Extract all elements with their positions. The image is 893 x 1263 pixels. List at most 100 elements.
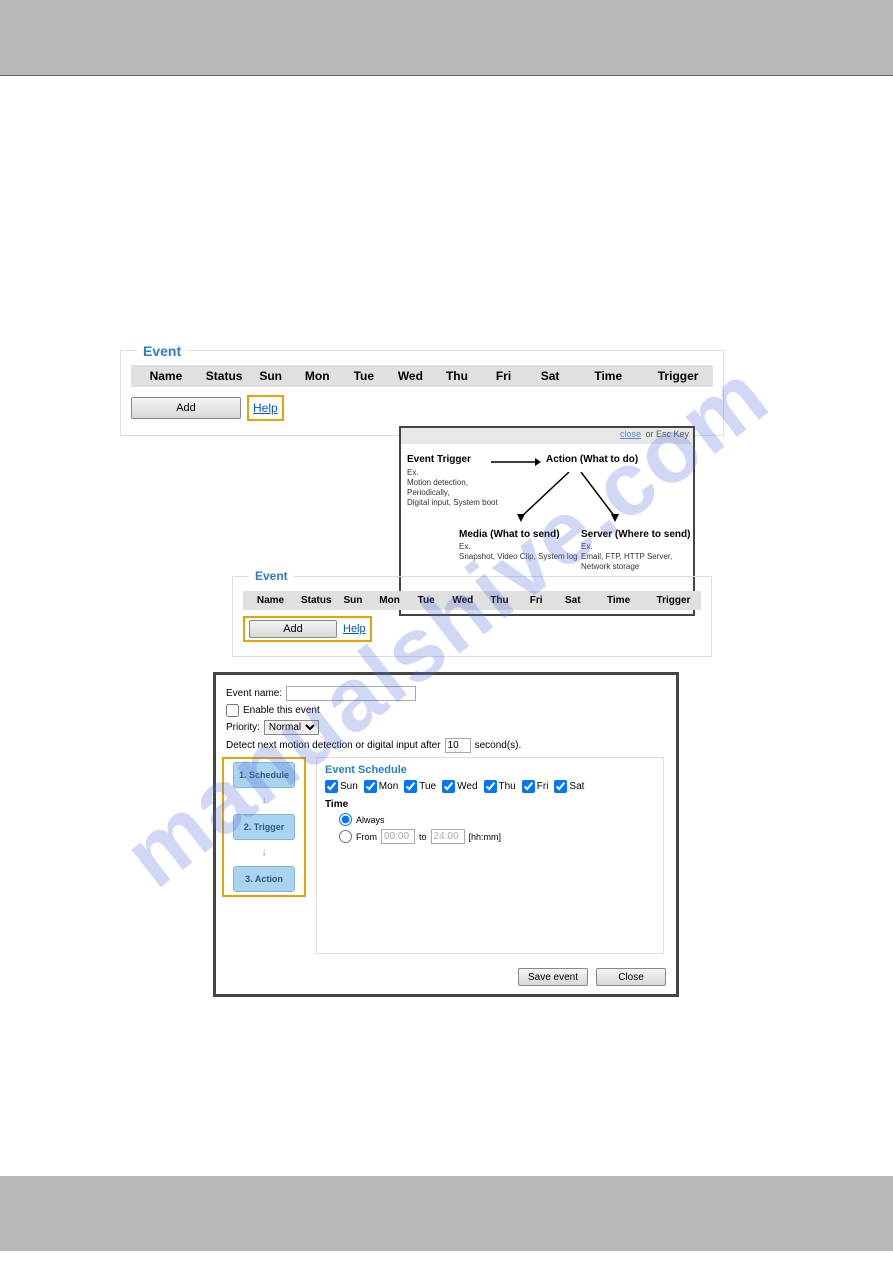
event-legend-small: Event [249, 569, 294, 583]
col-mon: Mon [294, 369, 341, 383]
col-fri-s: Fri [518, 595, 555, 606]
add-row: Add Help [131, 395, 713, 421]
server-title: Server (Where to send) [581, 529, 690, 540]
always-label: Always [356, 815, 385, 825]
dialog-buttons: Save event Close [518, 968, 666, 986]
col-thu-s: Thu [481, 595, 518, 606]
lbl-fri: Fri [537, 781, 549, 792]
enable-label: Enable this event [243, 705, 320, 716]
weekday-row: Sun Mon Tue Wed Thu Fri Sat [325, 780, 655, 793]
cb-wed[interactable] [442, 780, 455, 793]
cb-mon[interactable] [364, 780, 377, 793]
col-fri: Fri [480, 369, 527, 383]
lbl-tue: Tue [419, 781, 436, 792]
col-time-s: Time [591, 595, 646, 606]
schedule-panel: Event Schedule Sun Mon Tue Wed Thu Fri S… [316, 757, 664, 954]
lbl-wed: Wed [457, 781, 477, 792]
event-name-input[interactable] [286, 686, 416, 701]
col-wed: Wed [387, 369, 434, 383]
col-mon-s: Mon [371, 595, 408, 606]
action-title: Action (What to do) [546, 454, 638, 465]
col-status: Status [201, 369, 248, 383]
step-sidebar: 1. Schedule ↓ 2. Trigger ↓ 3. Action [222, 757, 306, 897]
arrows-down-icon [509, 472, 629, 527]
cb-fri[interactable] [522, 780, 535, 793]
priority-row: Priority: Normal [226, 720, 666, 735]
detect-label-a: Detect next motion detection or digital … [226, 740, 441, 751]
add-button-small[interactable]: Add [249, 620, 337, 638]
lbl-sat: Sat [569, 781, 584, 792]
enable-checkbox[interactable] [226, 704, 239, 717]
schedule-legend: Event Schedule [325, 764, 655, 776]
time-label: Time [325, 799, 655, 810]
help-highlight: Help [247, 395, 284, 421]
event-table-header-small: Name Status Sun Mon Tue Wed Thu Fri Sat … [243, 591, 701, 610]
page-content: manualshive.com Event Name Status Sun Mo… [0, 76, 893, 1176]
trigger-title: Event Trigger [407, 454, 471, 465]
esc-hint: or Esc Key [645, 429, 689, 439]
media-lines: Snapshot, Video Clip, System log [459, 552, 579, 562]
popup-close-link[interactable]: close [620, 429, 641, 439]
step-trigger[interactable]: 2. Trigger [233, 814, 295, 840]
hhmm-label: [hh:mm] [469, 832, 502, 842]
col-status-s: Status [298, 595, 335, 606]
event-dialog: Event name: Enable this event Priority: … [213, 672, 679, 997]
radio-always[interactable] [339, 813, 352, 826]
from-input[interactable] [381, 829, 415, 844]
server-lines: Email, FTP, HTTP Server, Network storage [581, 552, 681, 572]
col-time: Time [573, 369, 643, 383]
page-bottom-bar [0, 1176, 893, 1251]
col-trigger-s: Trigger [646, 595, 701, 606]
server-ex: Ex. [581, 542, 593, 552]
col-name-s: Name [243, 595, 298, 606]
priority-select[interactable]: Normal [264, 720, 319, 735]
detect-input[interactable] [445, 738, 471, 753]
detect-label-b: second(s). [475, 740, 522, 751]
from-label: From [356, 832, 377, 842]
arrow-down-icon: ↓ [262, 848, 267, 858]
popup-title-bar: close or Esc Key [401, 428, 693, 444]
col-sat: Sat [527, 369, 574, 383]
event-table-header: Name Status Sun Mon Tue Wed Thu Fri Sat … [131, 365, 713, 387]
help-link-small[interactable]: Help [343, 623, 366, 635]
from-row: From to [hh:mm] [339, 829, 655, 844]
save-event-button[interactable]: Save event [518, 968, 588, 986]
help-link[interactable]: Help [253, 401, 278, 415]
detect-row: Detect next motion detection or digital … [226, 738, 666, 753]
lbl-thu: Thu [499, 781, 516, 792]
page-top-bar [0, 0, 893, 76]
col-name: Name [131, 369, 201, 383]
col-trigger: Trigger [643, 369, 713, 383]
col-sun-s: Sun [335, 595, 372, 606]
col-tue-s: Tue [408, 595, 445, 606]
cb-sat[interactable] [554, 780, 567, 793]
cb-thu[interactable] [484, 780, 497, 793]
col-sat-s: Sat [554, 595, 591, 606]
media-title: Media (What to send) [459, 529, 560, 540]
event-panel: Event Name Status Sun Mon Tue Wed Thu Fr… [120, 350, 724, 436]
event-name-row: Event name: [226, 686, 666, 701]
radio-from[interactable] [339, 830, 352, 843]
always-row: Always [339, 813, 655, 826]
col-wed-s: Wed [445, 595, 482, 606]
trigger-lines: Motion detection, Periodically, Digital … [407, 478, 507, 508]
to-label: to [419, 832, 427, 842]
to-input[interactable] [431, 829, 465, 844]
col-thu: Thu [434, 369, 481, 383]
arrow-down-icon: ↓ [262, 796, 267, 806]
event-legend: Event [137, 343, 187, 359]
step-schedule[interactable]: 1. Schedule [233, 762, 295, 788]
col-sun: Sun [247, 369, 294, 383]
lbl-sun: Sun [340, 781, 358, 792]
add-highlight: Add Help [243, 616, 372, 642]
cb-sun[interactable] [325, 780, 338, 793]
event-panel-small: Event Name Status Sun Mon Tue Wed Thu Fr… [232, 576, 712, 657]
close-button[interactable]: Close [596, 968, 666, 986]
media-ex: Ex. [459, 542, 471, 552]
step-action[interactable]: 3. Action [233, 866, 295, 892]
cb-tue[interactable] [404, 780, 417, 793]
add-button[interactable]: Add [131, 397, 241, 419]
enable-row: Enable this event [226, 704, 666, 717]
trigger-ex: Ex. [407, 468, 419, 478]
priority-label: Priority: [226, 722, 260, 733]
